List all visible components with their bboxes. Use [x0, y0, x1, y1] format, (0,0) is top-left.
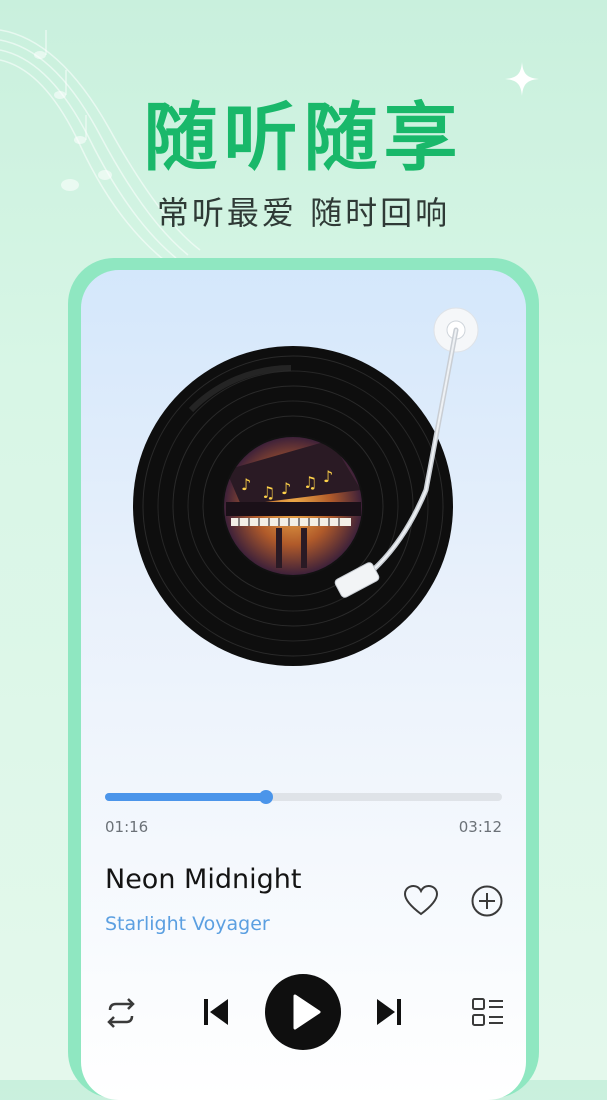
plus-circle-icon[interactable] — [470, 884, 504, 918]
svg-text:♪: ♪ — [281, 479, 291, 498]
next-icon[interactable] — [375, 997, 403, 1027]
player-screen: ♪ ♫ ♪ ♫ ♪ 01:16 03:12 Neon Midnight Starli… — [81, 270, 526, 1100]
play-button[interactable] — [265, 974, 341, 1050]
play-icon — [293, 994, 321, 1030]
playlist-icon[interactable] — [471, 996, 505, 1028]
progress-knob[interactable] — [258, 790, 273, 804]
previous-icon[interactable] — [202, 997, 230, 1027]
repeat-icon[interactable] — [102, 996, 140, 1030]
heart-icon[interactable] — [403, 883, 439, 919]
progress-bar[interactable] — [105, 790, 502, 804]
current-time: 01:16 — [105, 818, 149, 836]
total-time: 03:12 — [458, 818, 502, 836]
svg-text:♫: ♫ — [303, 473, 317, 492]
svg-text:♪: ♪ — [241, 475, 251, 494]
song-title: Neon Midnight — [105, 864, 302, 895]
promo-headline: 随听随享 — [143, 95, 464, 181]
svg-text:♪: ♪ — [323, 467, 333, 486]
svg-text:♫: ♫ — [261, 483, 275, 502]
vinyl-turntable: ♪ ♫ ♪ ♫ ♪ — [133, 307, 479, 666]
song-artist[interactable]: Starlight Voyager — [105, 913, 270, 935]
progress-fill — [105, 793, 266, 801]
promo-subhead: 常听最爱 随时回响 — [156, 194, 451, 232]
